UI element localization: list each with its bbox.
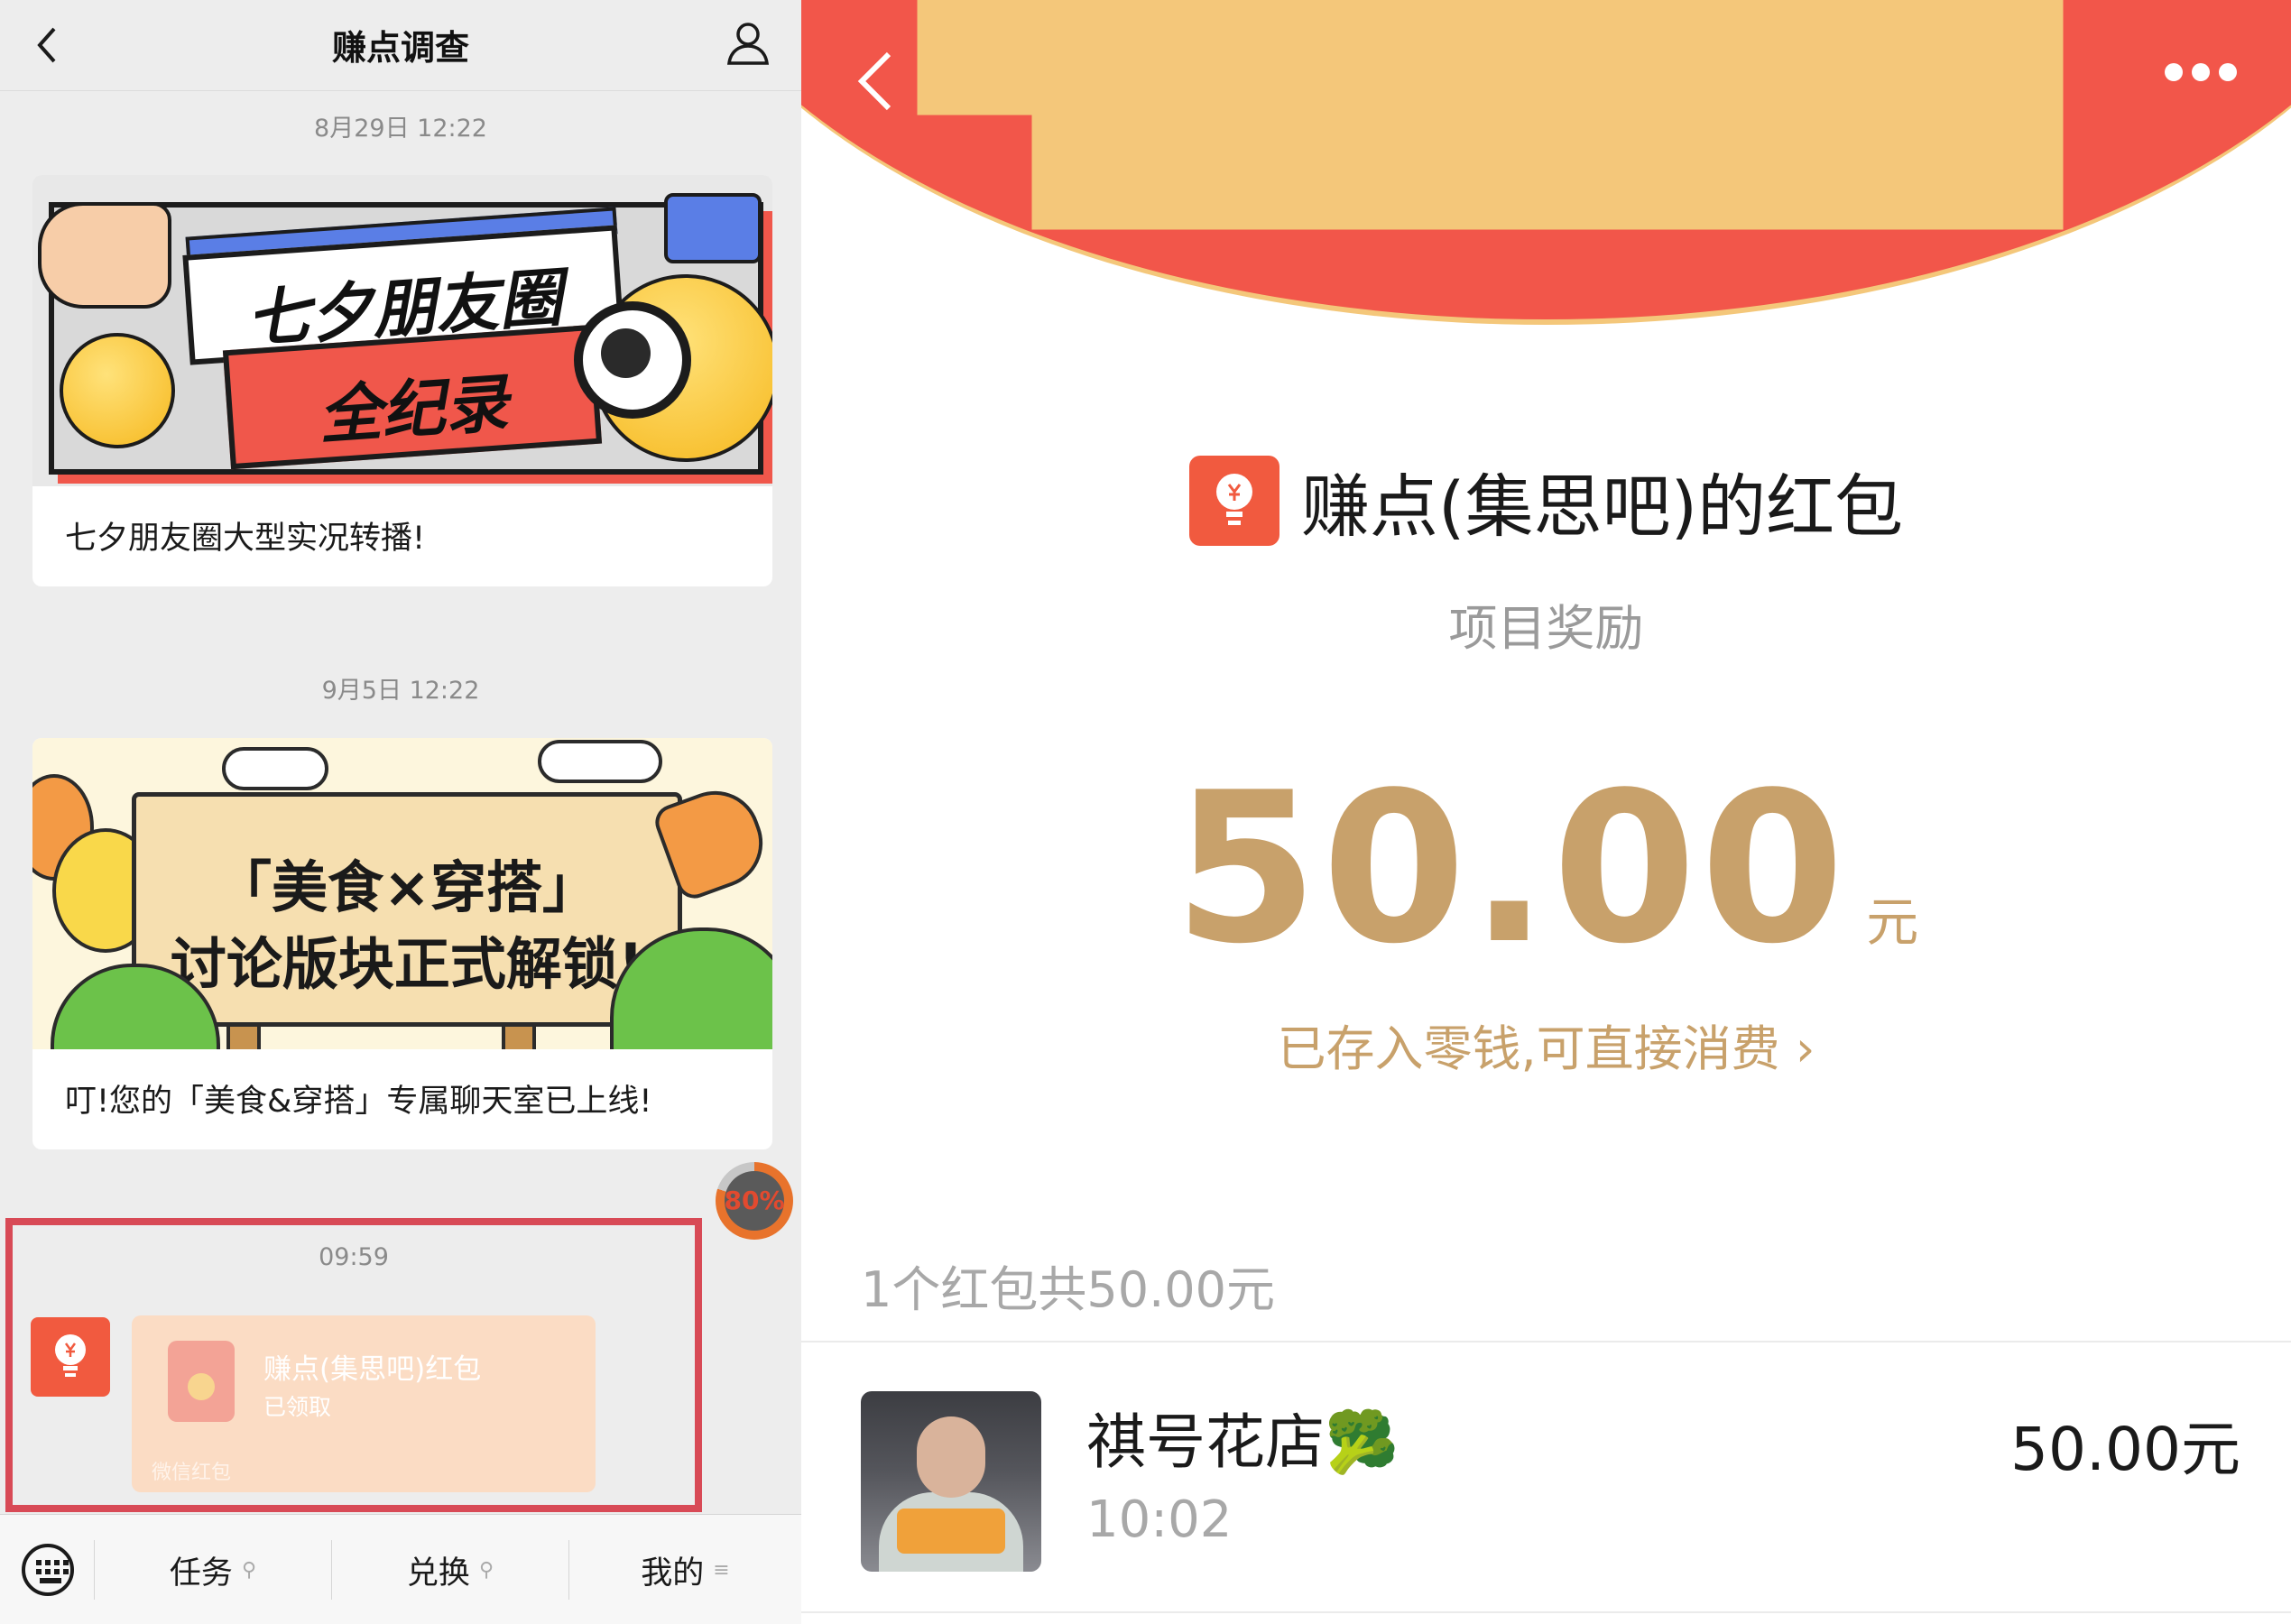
link-icon: ⚲	[478, 1558, 494, 1582]
receive-time: 10:02	[1086, 1490, 1233, 1549]
banner-subtitle: 全纪录	[316, 365, 511, 454]
article-card[interactable]: 「美食×穿搭」 讨论版块正式解锁! 叮!您的「美食&穿搭」专属聊天室已上线!	[32, 738, 772, 1149]
message-timestamp: 9月5日 12:22	[321, 677, 480, 705]
red-envelope-icon	[168, 1341, 235, 1422]
receiver-name: 祺号花店🥦	[1086, 1407, 1400, 1477]
link-icon: ⚲	[241, 1558, 257, 1582]
packet-title: 赚点(集思吧)的红包	[1300, 466, 1904, 547]
menu-tab-label: 兑换	[406, 1555, 470, 1592]
article-banner-image: 「美食×穿搭」 讨论版块正式解锁!	[32, 738, 772, 1049]
message-timestamp: 8月29日 12:22	[314, 115, 487, 143]
message-timestamp: 09:59	[319, 1243, 389, 1271]
menu-tab-label: 任务	[169, 1555, 233, 1592]
lightbulb-yuan-icon	[1215, 474, 1252, 525]
banner-subtitle: 讨论版块正式解锁!	[170, 931, 644, 997]
banner-title: 「美食×穿搭」	[216, 854, 598, 920]
packet-subtitle: 项目奖励	[1448, 600, 1644, 657]
profile-icon[interactable]	[725, 20, 771, 67]
camera-icon	[664, 193, 762, 263]
amount-unit: 元	[1866, 891, 1919, 953]
signboard: 「美食×穿搭」 讨论版块正式解锁!	[132, 792, 682, 1027]
wallet-note: 已存入零钱,可直接消费	[1277, 1020, 1780, 1077]
red-packet-status: 已领取	[263, 1394, 332, 1420]
chat-header: 赚点调查	[0, 0, 801, 91]
red-packet-name: 赚点(集思吧)红包	[263, 1353, 482, 1386]
red-packet-detail-panel: 赚点(集思吧)的红包 项目奖励 50.00 元 已存入零钱,可直接消费 › 1个红…	[801, 0, 2291, 1624]
pointing-hand-icon	[38, 202, 171, 309]
packet-amount: 50.00 元	[801, 749, 2291, 990]
wallet-link[interactable]: 已存入零钱,可直接消费 ›	[801, 1009, 2291, 1080]
packet-title-row: 赚点(集思吧)的红包	[801, 451, 2291, 550]
menu-tab-exchange[interactable]: 兑换 ⚲	[332, 1515, 568, 1624]
keyboard-icon[interactable]	[22, 1544, 74, 1596]
back-icon[interactable]	[851, 45, 905, 117]
sender-avatar[interactable]	[31, 1317, 110, 1397]
receive-amount: 50.00元	[2010, 1415, 2240, 1484]
amount-value: 50.00	[1173, 749, 1849, 990]
lightbulb-yuan-icon	[55, 1334, 86, 1377]
chat-title: 赚点调查	[331, 28, 469, 68]
article-caption: 叮!您的「美食&穿搭」专属聊天室已上线!	[65, 1084, 652, 1120]
red-packet-footer: 微信红包	[152, 1462, 232, 1484]
receiver-avatar[interactable]	[861, 1391, 1041, 1572]
menu-tab-mine[interactable]: 我的 ≡	[569, 1515, 801, 1624]
article-banner-image: 七夕朋友圈 全纪录	[32, 175, 772, 486]
packet-summary: 1个红包共50.00元	[861, 1261, 1275, 1318]
progress-label: 80%	[724, 1186, 785, 1215]
heart-eyes-emoji-icon	[60, 333, 175, 448]
bottom-menu-bar: 任务 ⚲ 兑换 ⚲ 我的 ≡	[0, 1514, 801, 1624]
red-packet-bubble[interactable]: 赚点(集思吧)红包 已领取 微信红包	[132, 1315, 596, 1492]
chat-panel: 赚点调查 8月29日 12:22 七夕朋友圈 全纪录 七夕朋友圈大型实况转播! …	[0, 0, 801, 1624]
more-options-icon[interactable]	[2165, 63, 2237, 85]
menu-tab-tasks[interactable]: 任务 ⚲	[95, 1515, 331, 1624]
chevron-right-icon: ›	[1795, 1020, 1815, 1077]
sender-logo	[1188, 456, 1279, 546]
article-card[interactable]: 七夕朋友圈 全纪录 七夕朋友圈大型实况转播!	[32, 175, 772, 586]
progress-circle[interactable]: 80%	[716, 1162, 793, 1240]
magnifier-icon	[574, 301, 691, 419]
red-header-arc	[801, 0, 2291, 325]
article-caption: 七夕朋友圈大型实况转播!	[65, 521, 426, 557]
menu-tab-label: 我的	[641, 1555, 705, 1592]
highlighted-red-packet-message: 09:59 赚点(集思吧)红包 已领取 微信红包	[5, 1218, 702, 1512]
menu-list-icon: ≡	[713, 1558, 730, 1582]
